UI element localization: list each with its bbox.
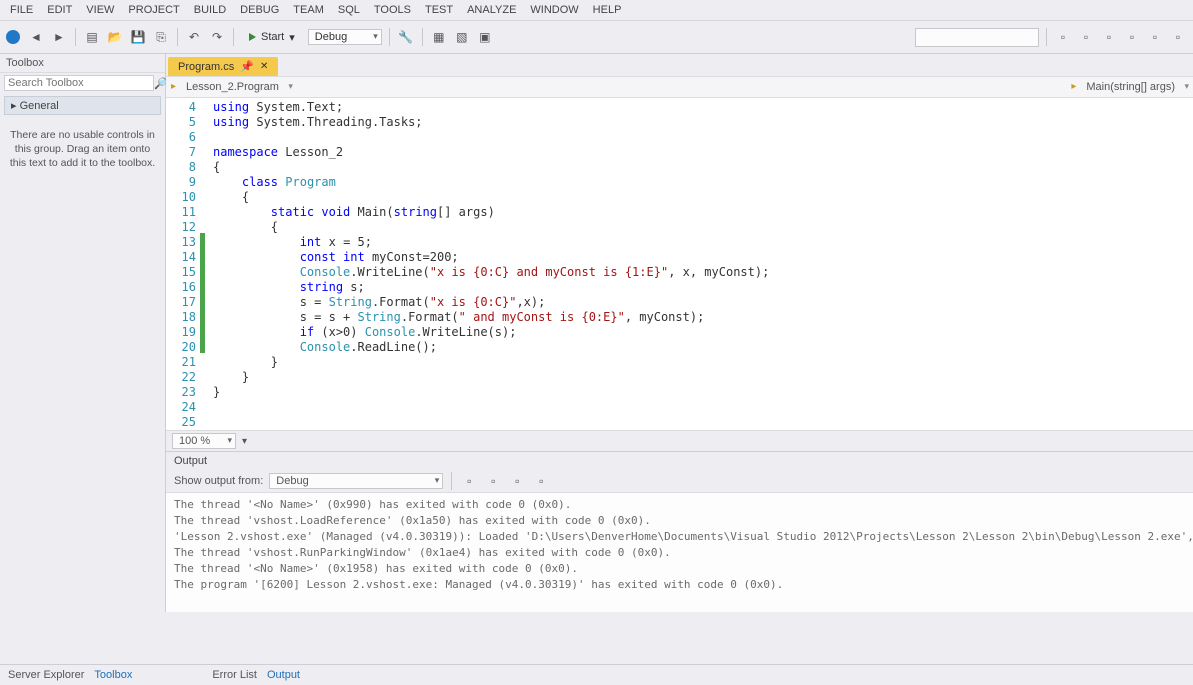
bookmark-icon[interactable]: ▣ (476, 28, 494, 46)
close-tab-icon[interactable]: ✕ (260, 61, 268, 72)
status-bar: Server Explorer Toolbox Error List Outpu… (0, 664, 1193, 685)
menu-project[interactable]: PROJECT (128, 4, 179, 16)
code-nav-bar: Lesson_2.Program Main(string[] args) (166, 76, 1193, 98)
output-source-dropdown[interactable]: Debug (269, 473, 443, 489)
toolbox-general-section[interactable]: ▸ General (4, 96, 161, 115)
output-text[interactable]: The thread '<No Name>' (0x990) has exite… (166, 492, 1193, 612)
code-text[interactable]: using System.Text;using System.Threading… (205, 98, 1193, 430)
toolbox-title: Toolbox (0, 54, 165, 73)
toolbox-search: 🔎 (0, 73, 165, 93)
toolbox-panel: Toolbox 🔎 ▸ General There are no usable … (0, 54, 166, 612)
output-toggle-icon[interactable]: ▫ (508, 472, 526, 490)
open-icon[interactable]: 📂 (106, 28, 124, 46)
output-from-label: Show output from: (174, 475, 263, 487)
quick-launch-input[interactable] (915, 28, 1039, 47)
menu-build[interactable]: BUILD (194, 4, 226, 16)
toolbox-search-input[interactable] (4, 75, 154, 91)
zoom-bar: 100 % ▾ (166, 430, 1193, 451)
tab-program-cs[interactable]: Program.cs 📌 ✕ (168, 57, 278, 76)
output-clear-icon[interactable]: ▫ (460, 472, 478, 490)
output-title: Output (166, 452, 1193, 470)
main-toolbar: ◄ ► ▤ 📂 💾 ⎘ ↶ ↷ Start ▾ Debug 🔧 ▦ ▧ ▣ ▫ … (0, 21, 1193, 54)
start-label: Start (261, 31, 284, 43)
class-dropdown[interactable]: Lesson_2.Program (166, 79, 297, 95)
status-output[interactable]: Output (267, 669, 300, 681)
menu-help[interactable]: HELP (593, 4, 622, 16)
vs-logo-icon (6, 30, 20, 44)
document-tabs: Program.cs 📌 ✕ (166, 54, 1193, 76)
menu-file[interactable]: FILE (10, 4, 33, 16)
menu-tools[interactable]: TOOLS (374, 4, 411, 16)
output-panel: Output Show output from: Debug ▫ ▫ ▫ ▫ T… (166, 451, 1193, 612)
toolbar-icon[interactable]: ▫ (1123, 28, 1141, 46)
toolbox-empty-message: There are no usable controls in this gro… (0, 118, 165, 181)
menu-analyze[interactable]: ANALYZE (467, 4, 516, 16)
output-wrap-icon[interactable]: ▫ (484, 472, 502, 490)
status-server-explorer[interactable]: Server Explorer (8, 669, 84, 681)
toolbar-icon[interactable]: ▫ (1169, 28, 1187, 46)
find-icon[interactable]: 🔧 (397, 28, 415, 46)
output-find-icon[interactable]: ▫ (532, 472, 550, 490)
editor-column: Program.cs 📌 ✕ Lesson_2.Program Main(str… (166, 54, 1193, 612)
tab-label: Program.cs (178, 61, 234, 73)
pin-icon[interactable]: 📌 (240, 60, 254, 73)
menu-test[interactable]: TEST (425, 4, 453, 16)
menu-debug[interactable]: DEBUG (240, 4, 279, 16)
separator (422, 28, 423, 46)
menu-sql[interactable]: SQL (338, 4, 360, 16)
new-project-icon[interactable]: ▤ (83, 28, 101, 46)
toolbar-icon[interactable]: ▫ (1100, 28, 1118, 46)
toolbar-icon[interactable]: ▫ (1054, 28, 1072, 46)
toolbar-icon[interactable]: ▫ (1077, 28, 1095, 46)
back-button[interactable]: ◄ (27, 28, 45, 46)
menu-bar: FILE EDIT VIEW PROJECT BUILD DEBUG TEAM SQL TOOL… (0, 0, 1193, 21)
toolbar-icon[interactable]: ▫ (1146, 28, 1164, 46)
config-dropdown[interactable]: Debug (308, 29, 382, 45)
member-dropdown[interactable]: Main(string[] args) (1066, 79, 1193, 95)
comment-icon[interactable]: ▦ (430, 28, 448, 46)
zoom-dropdown[interactable]: 100 % (172, 433, 236, 449)
separator (233, 28, 234, 46)
start-debug-button[interactable]: Start ▾ (241, 29, 303, 46)
status-error-list[interactable]: Error List (212, 669, 257, 681)
separator (177, 28, 178, 46)
code-editor[interactable]: 45678910111213141516171819202122232425 u… (166, 98, 1193, 430)
redo-icon[interactable]: ↷ (208, 28, 226, 46)
main-area: Toolbox 🔎 ▸ General There are no usable … (0, 54, 1193, 612)
menu-edit[interactable]: EDIT (47, 4, 72, 16)
menu-window[interactable]: WINDOW (530, 4, 578, 16)
save-icon[interactable]: 💾 (129, 28, 147, 46)
menu-team[interactable]: TEAM (293, 4, 324, 16)
separator (75, 28, 76, 46)
save-all-icon[interactable]: ⎘ (152, 28, 170, 46)
line-numbers: 45678910111213141516171819202122232425 (166, 98, 200, 430)
menu-view[interactable]: VIEW (86, 4, 114, 16)
undo-icon[interactable]: ↶ (185, 28, 203, 46)
uncomment-icon[interactable]: ▧ (453, 28, 471, 46)
separator (389, 28, 390, 46)
separator (1046, 28, 1047, 46)
status-toolbox[interactable]: Toolbox (94, 669, 132, 681)
output-toolbar: Show output from: Debug ▫ ▫ ▫ ▫ (166, 470, 1193, 492)
play-icon (249, 33, 256, 41)
forward-button[interactable]: ► (50, 28, 68, 46)
